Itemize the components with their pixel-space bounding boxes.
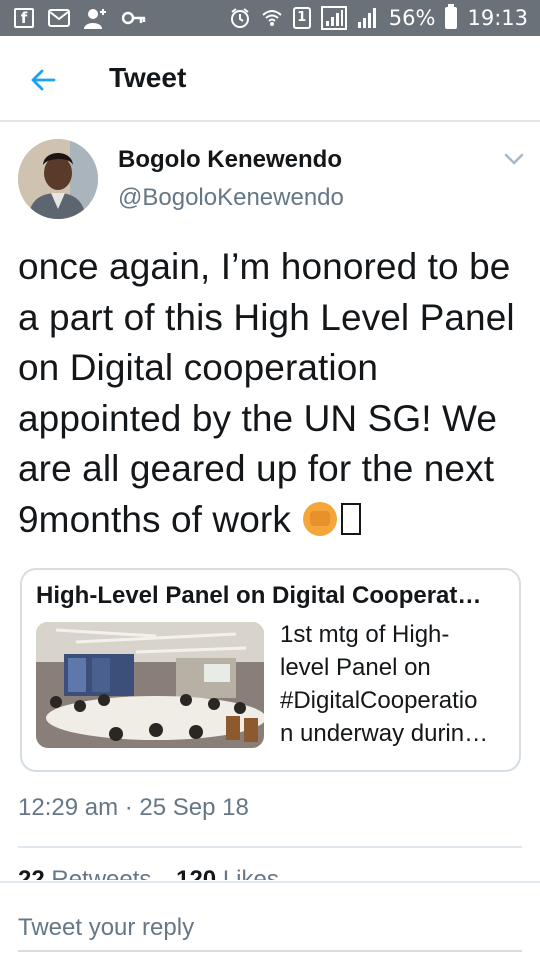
chevron-down-icon[interactable] bbox=[503, 152, 525, 166]
raised-fist-emoji bbox=[303, 501, 338, 536]
tweet-timestamp: 12:29 am · 25 Sep 18 bbox=[18, 794, 249, 821]
card-title: High-Level Panel on Digital Cooperat… bbox=[36, 582, 482, 609]
wifi-icon bbox=[262, 10, 282, 26]
sim1-signal-icon bbox=[320, 6, 347, 30]
status-bar-right: 1 56% 19:13 bbox=[229, 4, 528, 30]
status-bar-left: f bbox=[14, 7, 146, 29]
add-contact-icon bbox=[84, 9, 106, 29]
alarm-icon bbox=[230, 8, 249, 28]
top-app-bar: Tweet bbox=[0, 36, 540, 122]
retweets-count[interactable]: 22 bbox=[18, 866, 45, 880]
likes-count[interactable]: 120 bbox=[176, 866, 216, 880]
battery-percent: 56% bbox=[388, 6, 436, 30]
author-handle[interactable]: @BogoloKenewendo bbox=[118, 184, 344, 212]
status-bar: f 1 56% 19:13 bbox=[0, 0, 540, 36]
clock: 19:13 bbox=[467, 6, 528, 30]
mail-icon bbox=[48, 9, 70, 27]
card-description: 1st mtg of High- level Panel on #Digital… bbox=[280, 621, 489, 747]
signal-icon bbox=[357, 8, 376, 28]
key-icon bbox=[122, 11, 146, 25]
divider bbox=[18, 846, 522, 848]
facebook-icon: f bbox=[14, 8, 34, 28]
retweets-label[interactable]: Retweets bbox=[51, 866, 151, 880]
tweet-body: once again, I’m honored to be a part of … bbox=[18, 246, 515, 540]
avatar[interactable] bbox=[18, 139, 98, 219]
likes-label[interactable]: Likes bbox=[223, 866, 279, 880]
missing-glyph-icon bbox=[341, 502, 362, 535]
author-name[interactable]: Bogolo Kenewendo bbox=[118, 146, 342, 174]
sim1-icon: 1 bbox=[292, 7, 311, 29]
tweet-stats: 22 Retweets 120 Likes bbox=[18, 862, 522, 880]
reply-input[interactable] bbox=[18, 906, 522, 952]
link-preview-card[interactable]: High-Level Panel on Digital Cooperat… 1s… bbox=[20, 568, 521, 772]
meeting-room-photo bbox=[36, 622, 264, 748]
tweet-stats-row: 22 Retweets 120 Likes bbox=[18, 866, 297, 880]
arrow-left-icon[interactable] bbox=[30, 67, 56, 93]
page-title: Tweet bbox=[109, 62, 187, 93]
battery-icon bbox=[445, 4, 458, 29]
avatar-photo bbox=[18, 139, 98, 219]
tweet-text: once again, I’m honored to be a part of … bbox=[18, 242, 528, 545]
